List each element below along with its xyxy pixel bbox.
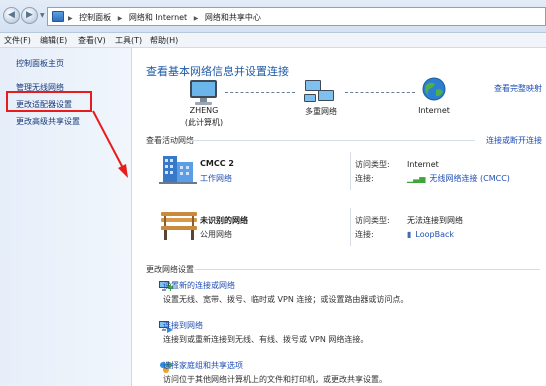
- globe-icon: [422, 77, 446, 101]
- access-type-value: 无法连接到网络: [407, 216, 463, 225]
- signal-icon: ▁▃▅: [407, 174, 426, 183]
- map-connector: [225, 92, 295, 93]
- computer-name: ZHENG: [189, 106, 219, 115]
- change-settings-label: 更改网络设置: [146, 265, 194, 274]
- access-type-key: 访问类型:: [355, 160, 390, 169]
- multiple-networks-icon: [304, 80, 334, 102]
- computer-icon: [190, 80, 217, 105]
- multiple-networks-label: 多重网络: [305, 107, 337, 116]
- setup-connection-link[interactable]: 设置新的连接或网络: [163, 280, 408, 291]
- work-network-icon: [159, 156, 197, 184]
- network-name: 未识别的网络: [200, 216, 248, 225]
- connect-to-network-desc: 连接到或重新连接到无线、有线、拨号或 VPN 网络连接。: [163, 335, 369, 344]
- main-panel: 查看基本网络信息并设置连接 查看完整映射 ZHENG (此计算机) 多重网络 I…: [133, 48, 546, 386]
- connect-disconnect-link[interactable]: 连接或断开连接: [486, 135, 542, 146]
- map-connector: [345, 92, 415, 93]
- connection-key: 连接:: [355, 174, 374, 183]
- network-name: CMCC 2: [200, 159, 234, 168]
- connect-to-network-link[interactable]: 连接到网络: [163, 320, 368, 331]
- loopback-link[interactable]: LoopBack: [415, 230, 454, 239]
- access-type-value: Internet: [407, 160, 439, 169]
- computer-sub: (此计算机): [184, 118, 224, 127]
- full-map-link[interactable]: 查看完整映射: [494, 83, 542, 94]
- wireless-connection-link[interactable]: 无线网络连接 (CMCC): [429, 174, 509, 183]
- public-network-bench-icon: [161, 212, 197, 240]
- page-title: 查看基本网络信息并设置连接: [146, 65, 289, 78]
- homegroup-sharing-desc: 访问位于其他网络计算机上的文件和打印机，或更改共享设置。: [163, 375, 387, 384]
- setup-connection-desc: 设置无线、宽带、拨号、临时或 VPN 连接；或设置路由器或访问点。: [163, 295, 409, 304]
- homegroup-sharing-link[interactable]: 选择家庭组和共享选项: [163, 360, 387, 371]
- network-type-link[interactable]: 工作网络: [200, 173, 232, 184]
- internet-label: Internet: [418, 106, 450, 115]
- network-type: 公用网络: [200, 230, 232, 239]
- connection-key: 连接:: [355, 230, 374, 239]
- network-adapter-icon: ▮: [407, 230, 412, 239]
- access-type-key: 访问类型:: [355, 216, 390, 225]
